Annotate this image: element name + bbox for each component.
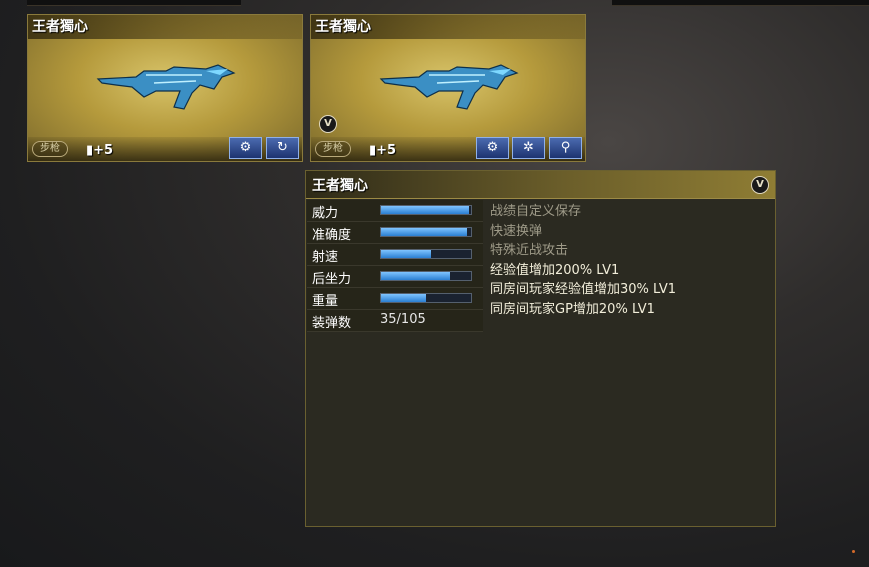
rifle-icon bbox=[379, 64, 519, 110]
feature-list: 战绩自定义保存 快速换弹 特殊近战攻击 经验值增加200% LV1 同房间玩家经… bbox=[490, 202, 676, 319]
upgrade-button[interactable]: ⚙ bbox=[229, 137, 262, 159]
stat-bar-fill bbox=[381, 228, 468, 236]
magnifier-icon: ⚲ bbox=[560, 140, 571, 155]
stat-label: 威力 bbox=[312, 206, 339, 221]
stat-bar-fill bbox=[381, 206, 470, 214]
weapon-card-title: 王者獨心 bbox=[311, 15, 585, 39]
ammo-value: 35/105 bbox=[380, 312, 426, 327]
feature-item: 经验值增加200% LV1 bbox=[490, 262, 620, 278]
detail-title: 王者獨心 bbox=[312, 178, 368, 194]
stat-bar-fill bbox=[381, 272, 451, 280]
weapon-detail-panel: 王者獨心 V 威力 准确度 射速 后坐力 重量 装弹数 35/105 战绩自定义… bbox=[305, 170, 776, 527]
refresh-button[interactable]: ↻ bbox=[266, 137, 299, 159]
weapon-type-badge: 步枪 bbox=[315, 141, 351, 157]
stat-row-ammo: 装弹数 35/105 bbox=[307, 310, 483, 332]
weapon-card-1[interactable]: 王者獨心 步枪 ▮+5 ⚙ ↻ bbox=[27, 14, 303, 162]
stat-label: 后坐力 bbox=[312, 272, 352, 287]
stat-label: 准确度 bbox=[312, 228, 352, 243]
refresh-icon: ↻ bbox=[277, 140, 288, 155]
weapon-level: ▮+5 bbox=[369, 143, 397, 158]
stats-table: 威力 准确度 射速 后坐力 重量 装弹数 35/105 bbox=[307, 200, 483, 332]
weapon-card-2[interactable]: 王者獨心 V 步枪 ▮+5 ⚙ ✲ ⚲ bbox=[310, 14, 586, 162]
feature-item: 快速换弹 bbox=[490, 223, 543, 239]
gear-icon: ✲ bbox=[523, 140, 534, 155]
weapon-type-badge: 步枪 bbox=[32, 141, 68, 157]
weapon-card-title: 王者獨心 bbox=[28, 15, 302, 39]
upgrade-button[interactable]: ⚙ bbox=[476, 137, 509, 159]
stat-row-recoil: 后坐力 bbox=[307, 266, 483, 288]
vip-badge-icon: V bbox=[751, 176, 769, 194]
stat-bar-fill bbox=[381, 250, 431, 258]
stat-bar bbox=[380, 249, 472, 259]
stat-bar bbox=[380, 293, 472, 303]
stat-label: 射速 bbox=[312, 250, 339, 265]
stat-label: 重量 bbox=[312, 294, 339, 309]
stat-row-weight: 重量 bbox=[307, 288, 483, 310]
inspect-button[interactable]: ⚲ bbox=[549, 137, 582, 159]
feature-item: 特殊近战攻击 bbox=[490, 243, 569, 258]
gear-wrench-icon: ⚙ bbox=[239, 140, 252, 155]
feature-item: 同房间玩家GP增加20% LV1 bbox=[490, 301, 655, 317]
gear-wrench-icon: ⚙ bbox=[486, 140, 499, 155]
rifle-icon bbox=[96, 64, 236, 110]
stat-row-power: 威力 bbox=[307, 200, 483, 222]
stat-bar-fill bbox=[381, 294, 426, 302]
weapon-level: ▮+5 bbox=[86, 143, 114, 158]
stat-row-accuracy: 准确度 bbox=[307, 222, 483, 244]
stat-bar bbox=[380, 271, 472, 281]
stat-bar bbox=[380, 227, 472, 237]
stat-row-fire-rate: 射速 bbox=[307, 244, 483, 266]
vip-badge-icon: V bbox=[319, 115, 337, 133]
stat-bar bbox=[380, 205, 472, 215]
feature-item: 战绩自定义保存 bbox=[490, 204, 582, 219]
indicator-dot bbox=[852, 550, 855, 553]
ammo-label: 装弹数 bbox=[312, 316, 352, 331]
feature-item: 同房间玩家经验值增加30% LV1 bbox=[490, 282, 677, 297]
top-panel-left bbox=[27, 0, 241, 6]
top-panel-right bbox=[612, 0, 869, 6]
detail-header: 王者獨心 V bbox=[306, 171, 775, 199]
settings-button[interactable]: ✲ bbox=[512, 137, 545, 159]
